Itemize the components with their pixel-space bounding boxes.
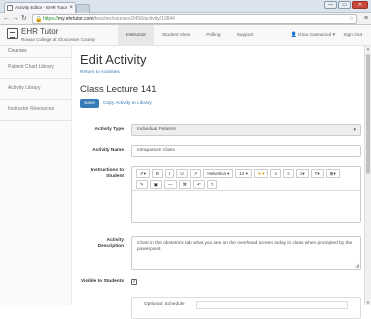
nav-instructor[interactable]: Instructor [118,25,154,46]
page-favicon-icon [7,5,13,11]
top-nav: Instructor Student View Polling Support [118,25,261,46]
sidebar: Courses Patient Chart Library Activity L… [0,46,72,305]
tb2-button-4[interactable]: ↶ [193,180,205,189]
tb1-button-1[interactable]: B [152,169,163,178]
activity-type-row: Activity Type Individual Patients ▾ [80,124,361,136]
user-name: Gina Gatewood [298,33,331,38]
tb1-button-12[interactable]: ⊞▾ [326,169,340,178]
lock-icon: 🔒 [35,16,42,24]
user-icon: 👤 [291,32,297,38]
activity-type-label: Activity Type [80,127,124,132]
activity-name-label: Activity Name [80,148,124,153]
schedule-input[interactable] [196,301,348,309]
select-caret-icon: ▾ [353,125,356,135]
tb2-button-0[interactable]: ✎ [136,180,148,189]
close-window-button[interactable]: ✕ [352,1,368,9]
browser-tab[interactable]: Activity Editor - EHR Tutor × [4,2,76,13]
college-name: Rowan College at Gloucester County [21,37,95,42]
app-navbar: EHR Tutor Rowan College at Gloucester Co… [0,25,371,46]
url-protocol: https:// [43,16,58,22]
tb1-button-9[interactable]: ≡ [283,169,294,178]
window-controls: — ▭ ✕ [324,1,368,9]
tb2-button-1[interactable]: ▣ [150,180,162,189]
editor-toolbar: ✐▾BIU↗Helvetica ▾14 ▾A ▾≡≡≡▾T▾⊞▾ ✎▣—⌘↶? [132,167,360,191]
nav-student-view[interactable]: Student View [154,25,198,46]
scroll-down-arrow-icon[interactable]: ▼ [365,300,371,305]
activity-type-select[interactable]: Individual Patients ▾ [131,124,361,136]
copy-to-library-link[interactable]: Copy Activity to Library [103,101,152,106]
scroll-up-arrow-icon[interactable]: ▲ [365,46,371,51]
description-label: Activity Description [80,238,124,250]
sidebar-item-instructor-resources[interactable]: Instructor Resources [0,100,71,121]
sidebar-item-courses[interactable]: Courses [0,46,71,58]
instructions-text-area[interactable] [132,191,360,225]
description-text: Chart in the obstetrics tab what you see… [137,241,352,252]
instructions-label: Instructions to Student [80,168,124,180]
url-host: my.ehrtutor.com [58,16,93,22]
back-arrow-icon[interactable]: ← [3,14,10,24]
url-path: /teacher/courses/2456/activity/10844 [94,16,175,22]
visible-row: Visible to Students ✓ [80,279,361,291]
browser-menu-icon[interactable]: ≡ [364,14,368,24]
reload-icon[interactable]: ↻ [21,14,27,24]
url-field[interactable]: 🔒 https://my.ehrtutor.com/teacher/course… [32,14,357,24]
ehr-tutor-logo-icon[interactable] [7,28,18,39]
activity-name-input[interactable]: Intrapartum Class [131,145,361,157]
sign-out-link[interactable]: Sign Out [343,25,362,46]
maximize-button[interactable]: ▭ [338,1,351,9]
main-content: Edit Activity Return to Activities Class… [80,46,361,305]
page-scrollbar[interactable]: ▲ ▼ [364,46,371,305]
tab-close-icon[interactable]: × [69,3,73,13]
nav-support[interactable]: Support [229,25,262,46]
save-button[interactable]: Save [80,99,99,108]
tb2-button-5[interactable]: ? [207,180,218,189]
tb1-button-11[interactable]: T▾ [311,169,324,178]
tb2-button-3[interactable]: ⌘ [179,180,192,189]
tb1-button-2[interactable]: I [165,169,174,178]
browser-tab-title: Activity Editor - EHR Tutor [15,5,67,10]
activity-name-row: Activity Name Intrapartum Class [80,145,361,157]
user-menu[interactable]: 👤Gina Gatewood ▾ [291,25,335,46]
bookmark-star-icon[interactable]: ☆ [349,15,354,24]
action-bar: Save Copy Activity to Library [80,99,361,108]
editor-toolbar-row-1: ✐▾BIU↗Helvetica ▾14 ▾A ▾≡≡≡▾T▾⊞▾ [136,169,356,178]
tb1-button-10[interactable]: ≡▾ [296,169,309,178]
tb1-button-3[interactable]: U [176,169,187,178]
tb2-button-2[interactable]: — [164,180,177,189]
forward-arrow-icon[interactable]: → [12,14,19,24]
tb1-button-5[interactable]: Helvetica ▾ [203,169,233,178]
activity-type-value: Individual Patients [137,127,176,132]
activity-title: Class Lecture 141 [80,84,361,95]
visible-label: Visible to Students [80,279,124,285]
nav-polling[interactable]: Polling [198,25,228,46]
tb1-button-4[interactable]: ↗ [190,169,202,178]
sidebar-item-patient-chart-library[interactable]: Patient Chart Library [0,58,71,79]
brand-name[interactable]: EHR Tutor [21,27,58,36]
page-title: Edit Activity [80,52,361,67]
tb1-button-6[interactable]: 14 ▾ [235,169,252,178]
visible-checkbox[interactable]: ✓ [131,279,137,285]
tb1-button-8[interactable]: ≡ [270,169,281,178]
description-textarea[interactable]: Chart in the obstetrics tab what you see… [131,236,361,270]
minimize-button[interactable]: — [324,1,337,9]
description-row: Activity Description Chart in the obstet… [80,236,361,270]
optional-schedule-box: Optional: Schedule [131,297,361,319]
tb1-button-0[interactable]: ✐▾ [136,169,150,178]
tb1-button-7[interactable]: A ▾ [254,169,269,178]
scrollbar-thumb[interactable] [366,54,370,174]
browser-tab-bar: Activity Editor - EHR Tutor × — ▭ ✕ [0,0,371,13]
instructions-editor[interactable]: ✐▾BIU↗Helvetica ▾14 ▾A ▾≡≡≡▾T▾⊞▾ ✎▣—⌘↶? [131,166,361,223]
resize-handle-icon[interactable]: ◢ [355,263,359,269]
instructions-row: Instructions to Student ✐▾BIU↗Helvetica … [80,166,361,223]
new-tab-button[interactable] [76,4,90,13]
editor-toolbar-row-2: ✎▣—⌘↶? [136,180,356,189]
address-bar-row: ← → ↻ 🔒 https://my.ehrtutor.com/teacher/… [0,13,371,25]
return-to-activities-link[interactable]: Return to Activities [80,70,361,75]
sidebar-item-activity-library[interactable]: Activity Library [0,79,71,100]
